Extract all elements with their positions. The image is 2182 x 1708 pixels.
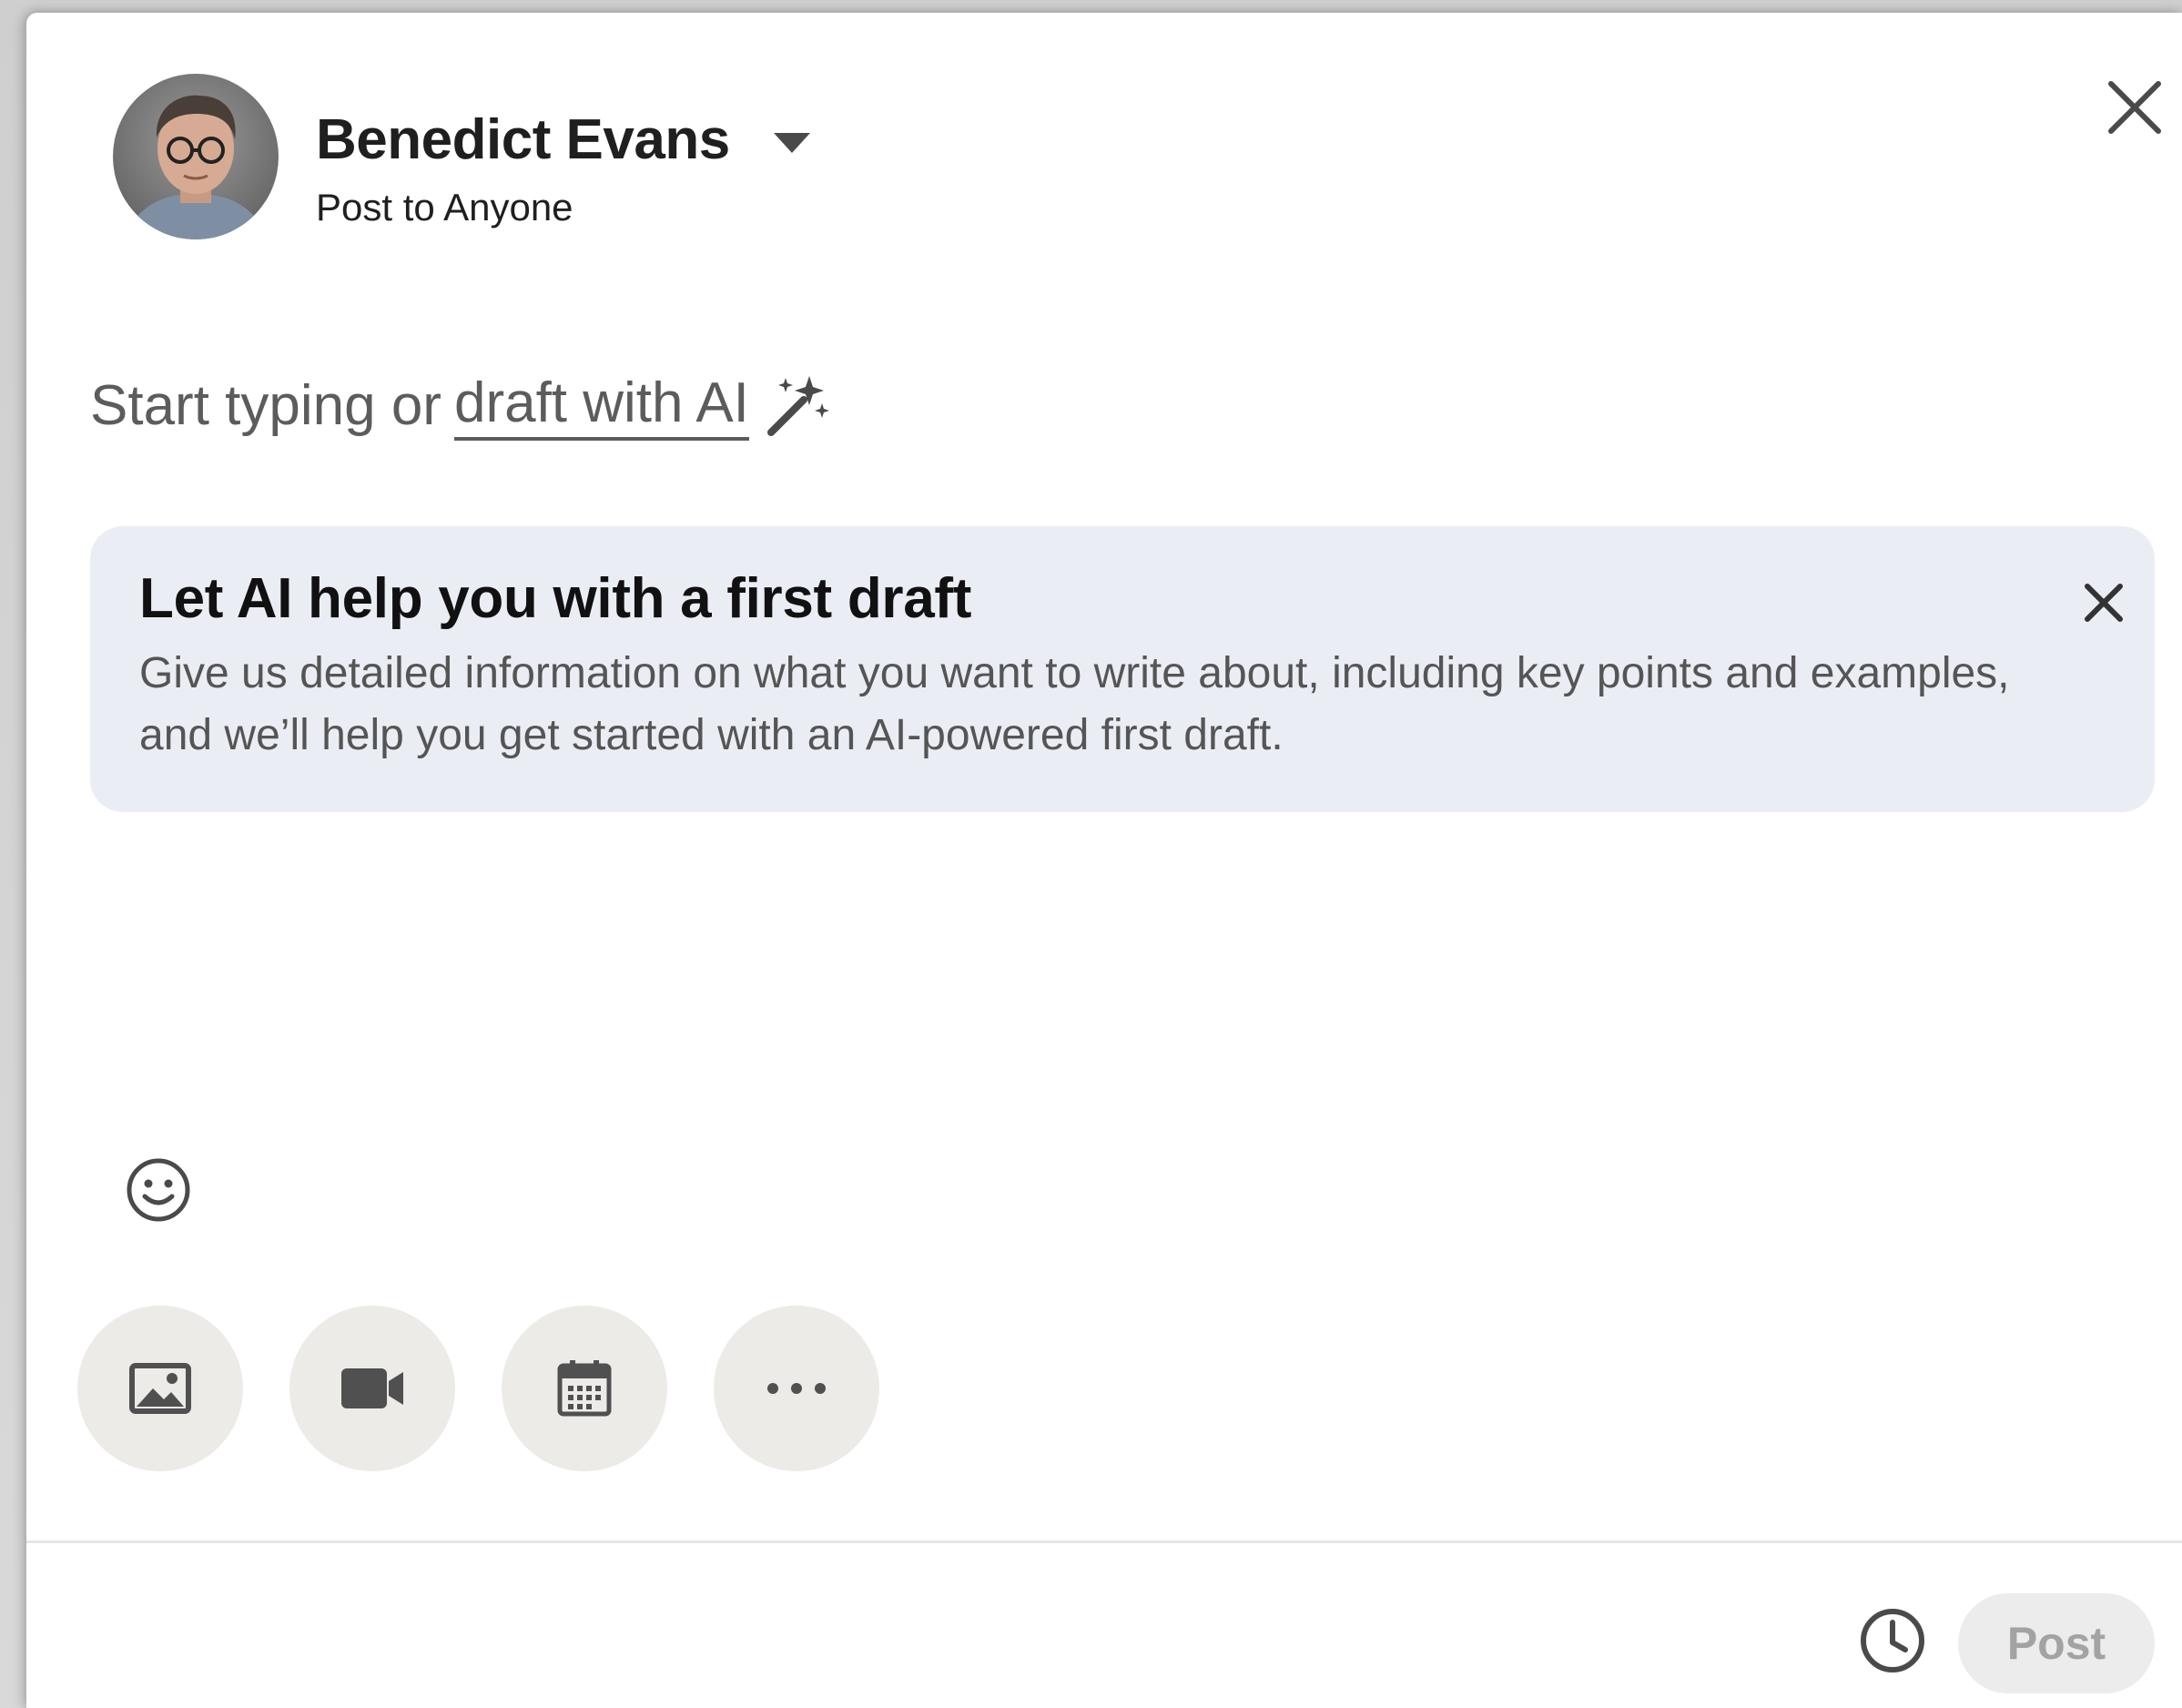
dismiss-card-icon[interactable] <box>2078 577 2129 628</box>
clock-icon[interactable] <box>1849 1597 1936 1684</box>
ai-draft-card: Let AI help you with a first draft Give … <box>90 526 2155 812</box>
create-event-button[interactable] <box>502 1306 667 1471</box>
emoji-icon[interactable] <box>114 1145 203 1235</box>
author-name[interactable]: Benedict Evans <box>316 107 730 172</box>
footer-divider <box>26 1540 2182 1543</box>
post-audience[interactable]: Post to Anyone <box>316 186 573 229</box>
draft-with-ai-link[interactable]: draft with AI <box>453 371 749 442</box>
post-text-editor[interactable]: Start typing or draft with AI <box>90 370 2093 461</box>
close-icon[interactable] <box>2102 75 2167 140</box>
avatar-photo <box>113 74 279 239</box>
post-composer-modal: Benedict Evans Post to Anyone Start typi… <box>26 13 2182 1708</box>
more-options-button[interactable] <box>714 1306 879 1471</box>
editor-placeholder: Start typing or <box>90 374 441 438</box>
avatar <box>113 74 279 239</box>
more-icon <box>767 1383 826 1394</box>
calendar-icon <box>557 1360 612 1417</box>
add-video-button[interactable] <box>289 1306 455 1471</box>
magic-wand-icon[interactable] <box>764 372 831 440</box>
ai-card-title: Let AI help you with a first draft <box>139 567 972 630</box>
video-icon <box>341 1368 403 1408</box>
add-media-button[interactable] <box>77 1306 243 1471</box>
caret-down-icon[interactable] <box>772 131 812 155</box>
image-icon <box>129 1363 191 1414</box>
post-button[interactable]: Post <box>1958 1593 2155 1693</box>
ai-card-description: Give us detailed information on what you… <box>139 649 2010 759</box>
